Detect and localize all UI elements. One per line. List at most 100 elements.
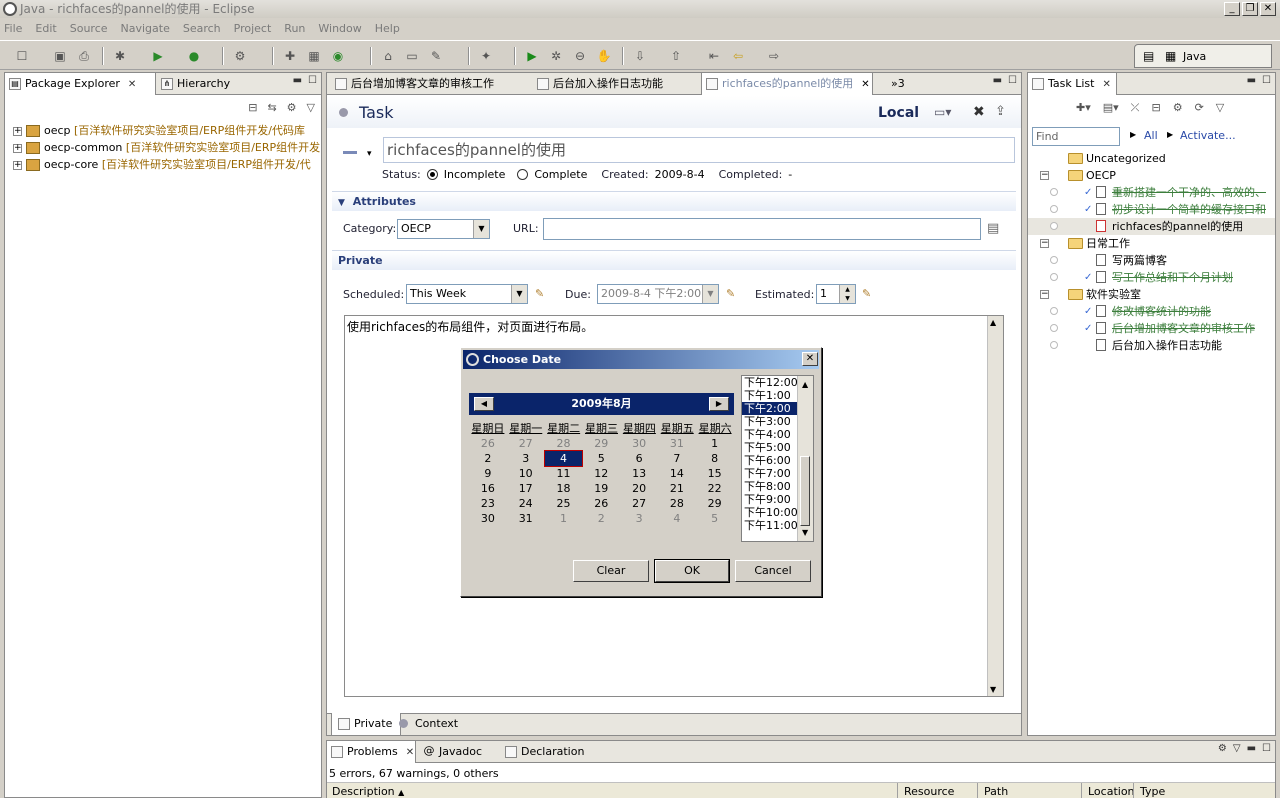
resume-icon[interactable]: ▶ <box>524 48 540 64</box>
column-description[interactable]: Description ▲ <box>332 785 404 798</box>
external-tools-icon[interactable]: ● <box>186 48 202 64</box>
task-item[interactable]: 后台加入操作日志功能 <box>1028 337 1275 354</box>
activate-task-radio[interactable] <box>1050 188 1058 196</box>
tab-task-list[interactable]: Task List ✕ <box>1027 73 1117 95</box>
calendar-day[interactable]: 3 <box>507 451 545 466</box>
spinner-arrows-icon[interactable]: ▲ ▼ <box>839 285 855 303</box>
time-option[interactable]: 下午8:00 <box>742 480 798 493</box>
scroll-down-icon[interactable]: ▼ <box>800 526 808 539</box>
task-item[interactable]: ✓ 后台增加博客文章的审核工作 <box>1028 320 1275 337</box>
task-item[interactable]: ✓ 重新搭建一个干净的、高效的、 <box>1028 184 1275 201</box>
attributes-section[interactable]: ▼ Attributes <box>332 191 1016 211</box>
time-option[interactable]: 下午1:00 <box>742 389 798 402</box>
priority-dropdown-icon[interactable]: ▾ <box>367 149 372 159</box>
calendar-day[interactable]: 24 <box>507 496 545 511</box>
calendar-day[interactable]: 7 <box>658 451 696 466</box>
calendar-day[interactable]: 16 <box>469 481 507 496</box>
chevron-down-icon[interactable]: ▼ <box>473 220 489 238</box>
collapse-icon[interactable]: − <box>1040 171 1049 180</box>
menu-help[interactable]: Help <box>375 22 400 35</box>
calendar-day[interactable]: 21 <box>658 481 696 496</box>
next-month-button[interactable]: ▶ <box>709 397 729 411</box>
save-icon[interactable]: ▣ <box>52 48 68 64</box>
editor-tab-log[interactable]: 后台加入操作日志功能 <box>533 73 663 95</box>
category-combo[interactable]: OECP ▼ <box>397 219 490 239</box>
tree-item-oecp-core[interactable]: + oecp-core [百洋软件研究实验室项目/ERP组件开发/代 <box>13 156 311 173</box>
estimated-spinner[interactable]: 1 ▲ ▼ <box>816 284 856 304</box>
new-icon[interactable]: ☐ <box>14 48 30 64</box>
restore-button[interactable]: ❐ <box>1242 2 1258 16</box>
synchronize-icon[interactable]: ⟳ <box>1195 101 1204 115</box>
time-option[interactable]: 下午9:00 <box>742 493 798 506</box>
new-class-icon[interactable]: ◉ <box>330 48 346 64</box>
calendar-day[interactable]: 30 <box>469 511 507 526</box>
minimize-view-icon[interactable]: ▬ <box>993 75 1002 86</box>
calendar-day[interactable]: 17 <box>507 481 545 496</box>
activate-task-radio[interactable] <box>1050 256 1058 264</box>
new-task-icon[interactable]: ✚▾ <box>1076 101 1091 115</box>
calendar-day[interactable]: 12 <box>582 466 620 481</box>
task-item[interactable]: ✓ 修改博客统计的功能 <box>1028 303 1275 320</box>
tab-problems[interactable]: Problems ✕ <box>326 741 416 763</box>
view-menu-icon[interactable]: ▽ <box>307 101 315 114</box>
menu-run[interactable]: Run <box>284 22 305 35</box>
scroll-down-icon[interactable]: ▼ <box>990 685 996 694</box>
menu-window[interactable]: Window <box>318 22 361 35</box>
activate-task-radio[interactable] <box>1050 222 1058 230</box>
edit-icon[interactable]: ✎ <box>428 48 444 64</box>
time-option[interactable]: 下午12:00 <box>742 376 798 389</box>
prev-month-button[interactable]: ◀ <box>474 397 494 411</box>
calendar-day[interactable]: 22 <box>696 481 734 496</box>
filter-icon[interactable]: ⚙ <box>1218 743 1227 754</box>
print-icon[interactable]: ⎙ <box>76 48 92 64</box>
next-annotation-icon[interactable]: ⇩ <box>632 48 648 64</box>
menu-file[interactable]: File <box>4 22 22 35</box>
maximize-view-icon[interactable]: ☐ <box>308 75 317 86</box>
open-type-icon[interactable]: ⚙ <box>232 48 248 64</box>
calendar-day[interactable]: 30 <box>620 436 658 451</box>
tab-declaration[interactable]: Declaration <box>501 741 584 763</box>
expand-icon[interactable]: + <box>13 160 22 170</box>
maximize-view-icon[interactable]: ☐ <box>1262 75 1271 86</box>
open-perspective-icon[interactable]: ▤ <box>1143 49 1154 63</box>
calendar-day[interactable]: 2 <box>582 511 620 526</box>
task-category[interactable]: − 日常工作 <box>1028 235 1275 252</box>
calendar-day[interactable]: 19 <box>582 481 620 496</box>
time-option[interactable]: 下午10:00 <box>742 506 798 519</box>
close-window-button[interactable]: ✕ <box>1260 2 1276 16</box>
minimize-view-icon[interactable]: ▬ <box>1247 75 1256 86</box>
calendar-day[interactable]: 6 <box>620 451 658 466</box>
task-item[interactable]: ✓ 初步设计一个简单的缓存接口和 <box>1028 201 1275 218</box>
clear-scheduled-icon[interactable]: ✎ <box>535 287 544 300</box>
find-input[interactable]: Find <box>1032 127 1120 146</box>
calendar-day[interactable]: 26 <box>582 496 620 511</box>
perspective-switcher[interactable]: ▤ ▦ Java <box>1134 44 1272 68</box>
forward-icon[interactable]: ⇨ <box>766 48 782 64</box>
tree-item-oecp-common[interactable]: + oecp-common [百洋软件研究实验室项目/ERP组件开发 <box>13 139 320 156</box>
menu-edit[interactable]: Edit <box>35 22 56 35</box>
minimize-button[interactable]: _ <box>1224 2 1240 16</box>
time-option[interactable]: 下午7:00 <box>742 467 798 480</box>
calendar-day[interactable]: 11 <box>545 466 583 481</box>
close-icon[interactable]: ✕ <box>1102 79 1110 90</box>
collapse-icon[interactable]: − <box>1040 290 1049 299</box>
calendar-day[interactable]: 23 <box>469 496 507 511</box>
menu-search[interactable]: Search <box>183 22 221 35</box>
calendar-day[interactable]: 18 <box>545 481 583 496</box>
calendar-day[interactable]: 3 <box>620 511 658 526</box>
task-item[interactable]: 写两篇博客 <box>1028 252 1275 269</box>
expand-icon[interactable]: + <box>13 143 22 153</box>
minimize-view-icon[interactable]: ▬ <box>293 75 302 86</box>
task-category[interactable]: − OECP <box>1028 167 1275 184</box>
calendar-day[interactable]: 1 <box>696 436 734 451</box>
complete-radio[interactable] <box>517 169 529 180</box>
hand-icon[interactable]: ✋ <box>596 48 612 64</box>
calendar-day[interactable]: 28 <box>545 436 583 451</box>
notes-scrollbar[interactable]: ▲ ▼ <box>987 316 1003 696</box>
calendar-day[interactable]: 31 <box>507 511 545 526</box>
calendar-day[interactable]: 4 <box>543 450 584 467</box>
dialog-close-button[interactable]: ✕ <box>802 352 818 366</box>
filter-completed-icon[interactable]: ⤫ <box>1131 101 1140 115</box>
calendar-day[interactable]: 26 <box>469 436 507 451</box>
task-category[interactable]: − 软件实验室 <box>1028 286 1275 303</box>
